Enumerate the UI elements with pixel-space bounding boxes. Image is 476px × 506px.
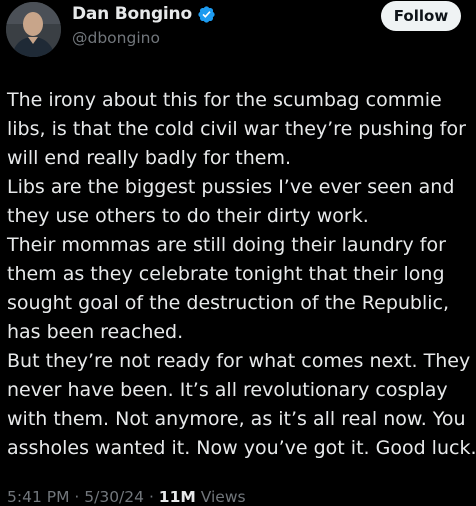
tweet-meta: 5:41 PM · 5/30/24 · 11M Views <box>7 488 246 506</box>
tweet-text: The irony about this for the scumbag com… <box>7 86 476 463</box>
tweet-header: Dan Bongino @dbongino Follow <box>0 0 476 60</box>
tweet-text-line: assholes wanted it. Now you’ve got it. G… <box>7 437 476 459</box>
tweet-text-line: Libs are the biggest pussies I’ve ever s… <box>7 176 455 198</box>
author-display-name[interactable]: Dan Bongino <box>72 4 192 24</box>
tweet-text-line: Their mommas are still doing their laund… <box>7 234 446 256</box>
tweet-text-line: But they’re not ready for what comes nex… <box>7 350 471 372</box>
tweet-text-line: libs, is that the cold civil war they’re… <box>7 118 466 140</box>
tweet-text-line: will end really badly for them. <box>7 147 292 169</box>
tweet-text-line: they use others to do their dirty work. <box>7 205 369 227</box>
tweet-text-line: them as they celebrate tonight that thei… <box>7 263 445 285</box>
avatar-image <box>6 2 61 57</box>
views-label: Views <box>195 488 246 506</box>
tweet-text-line: with them. Not anymore, as it’s all real… <box>7 408 466 430</box>
tweet-time[interactable]: 5:41 PM <box>7 488 69 506</box>
meta-separator: · <box>144 488 159 506</box>
meta-separator: · <box>69 488 85 506</box>
verified-badge-icon <box>197 5 216 24</box>
author-handle[interactable]: @dbongino <box>72 29 160 47</box>
tweet-text-line: has been reached. <box>7 321 184 343</box>
tweet-text-line: never have been. It’s all revolutionary … <box>7 379 448 401</box>
avatar[interactable] <box>6 2 61 57</box>
tweet-text-line: sought goal of the destruction of the Re… <box>7 292 450 314</box>
tweet-date[interactable]: 5/30/24 <box>84 488 144 506</box>
views-count: 11M <box>158 488 196 506</box>
tweet-text-line: The irony about this for the scumbag com… <box>7 89 442 111</box>
follow-button[interactable]: Follow <box>381 1 461 31</box>
author-name-row: Dan Bongino <box>72 4 216 24</box>
